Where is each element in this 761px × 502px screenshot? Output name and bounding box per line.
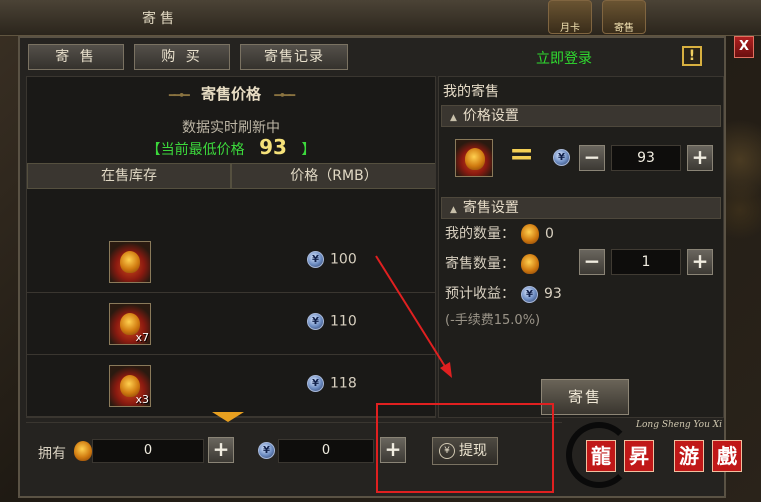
lucky-bag-icon: x7: [109, 303, 151, 345]
price-setting-header: ▲ 价格设置: [441, 105, 721, 127]
triangle-icon: ▲: [450, 205, 457, 215]
price-increase-button[interactable]: +: [687, 145, 713, 171]
refresh-note: 数据实时刷新中: [182, 120, 280, 136]
consign-setting-label: 寄售设置: [462, 200, 519, 216]
tab-consign[interactable]: 寄 售: [28, 44, 124, 70]
tab-buy[interactable]: 购 买: [134, 44, 230, 70]
listing-row[interactable]: x3 ¥118: [27, 355, 435, 417]
lucky-bag-icon: [109, 241, 151, 283]
quantity-input[interactable]: 1: [611, 249, 681, 275]
watermark-char: 戲: [712, 440, 742, 472]
listing-row[interactable]: ¥100: [27, 231, 435, 293]
listing-price: ¥110: [307, 313, 357, 330]
my-quantity-row: 我的数量： 0: [445, 223, 554, 244]
ornament-right-icon: ━•━━: [274, 89, 295, 102]
price-panel-title-text: 寄售价格: [200, 85, 261, 103]
coin-icon: ¥: [307, 375, 324, 392]
listing-price-value: 110: [330, 313, 357, 330]
lucky-bag-icon: [74, 441, 92, 461]
consign-icon[interactable]: 寄售: [602, 0, 646, 34]
window-title: 寄售: [142, 11, 178, 27]
lucky-bag-icon: x3: [109, 365, 151, 407]
listing-row[interactable]: x7 ¥110: [27, 293, 435, 355]
consign-submit-button[interactable]: 寄售: [541, 379, 629, 415]
coin-icon: ¥: [307, 313, 324, 330]
listing-price-value: 100: [330, 251, 357, 268]
lowest-price-value: 93: [259, 135, 287, 159]
my-quantity-value: 0: [545, 226, 554, 242]
my-consign-title: 我的寄售: [443, 84, 499, 100]
quantity-decrease-button[interactable]: −: [579, 249, 605, 275]
sell-quantity-label: 寄售数量：: [445, 256, 515, 272]
consign-setting-header: ▲ 寄售设置: [441, 197, 721, 219]
month-card-icon[interactable]: 月卡: [548, 0, 592, 34]
listing-price: ¥118: [307, 375, 357, 392]
price-setting-label: 价格设置: [462, 108, 519, 124]
lucky-bag-icon: [521, 254, 539, 274]
my-quantity-label: 我的数量：: [445, 226, 515, 242]
lowest-price-prefix: 【当前最低价格: [146, 142, 245, 158]
ornament-left-icon: ━━•━: [168, 89, 190, 102]
column-header-stock: 在售库存: [27, 163, 231, 189]
income-value: 93: [544, 286, 562, 302]
tab-consign-history[interactable]: 寄售记录: [240, 44, 348, 70]
login-link[interactable]: 立即登录: [536, 48, 592, 68]
owned-bag-count: 0: [92, 439, 204, 463]
fee-note: (-手续费15.0%): [445, 313, 541, 328]
coin-icon: ¥: [553, 149, 570, 166]
income-row: 预计收益： ¥93: [445, 283, 562, 303]
listing-price-value: 118: [330, 375, 357, 392]
watermark-logo: Long Sheng You Xi 龍 昇 游 戲: [566, 418, 756, 494]
price-list-panel: ━━•━ 寄售价格 ━•━━ 数据实时刷新中 【当前最低价格 93 】 在售库存…: [26, 76, 436, 418]
window-title-bar: 寄售 月卡 寄售: [0, 0, 761, 36]
price-decrease-button[interactable]: −: [579, 145, 605, 171]
tab-bar: 寄 售 购 买 寄售记录: [28, 44, 348, 70]
watermark-char: 游: [674, 440, 704, 472]
watermark-text: Long Sheng You Xi: [636, 420, 723, 430]
quantity-increase-button[interactable]: +: [687, 249, 713, 275]
sell-quantity-row: 寄售数量：: [445, 253, 545, 274]
scroll-down-icon[interactable]: [212, 412, 244, 422]
listing-qty: x7: [135, 331, 149, 344]
watermark-char: 昇: [624, 440, 654, 472]
listing-price: ¥100: [307, 251, 357, 268]
column-header-price: 价格（RMB）: [231, 163, 435, 189]
annotation-highlight-box: [376, 403, 554, 493]
lucky-bag-icon: [455, 139, 493, 177]
price-panel-title: ━━•━ 寄售价格 ━•━━: [27, 83, 435, 104]
close-button[interactable]: X: [734, 36, 754, 58]
watermark-char: 龍: [586, 440, 616, 472]
my-consign-panel: 我的寄售 ▲ 价格设置 = ¥ − 93 + ▲ 寄售设置 我的数量： 0 寄售数量：…: [438, 76, 724, 418]
lucky-bag-icon: [521, 224, 539, 244]
triangle-icon: ▲: [450, 113, 457, 123]
listing-qty: x3: [135, 393, 149, 406]
price-input[interactable]: 93: [611, 145, 681, 171]
own-label: 拥有: [38, 446, 66, 462]
lowest-price-suffix: 】: [301, 142, 316, 158]
equals-sign: =: [509, 137, 535, 172]
lowest-price-line: 【当前最低价格 93 】: [27, 135, 435, 159]
info-icon[interactable]: !: [682, 46, 702, 66]
top-right-icons: 月卡 寄售: [548, 0, 646, 34]
add-bag-button[interactable]: +: [208, 437, 234, 463]
income-label: 预计收益：: [445, 286, 515, 302]
coin-icon: ¥: [521, 285, 538, 303]
coin-icon: ¥: [307, 251, 324, 268]
owned-rmb-count: 0: [278, 439, 374, 463]
coin-icon: ¥: [258, 442, 275, 459]
